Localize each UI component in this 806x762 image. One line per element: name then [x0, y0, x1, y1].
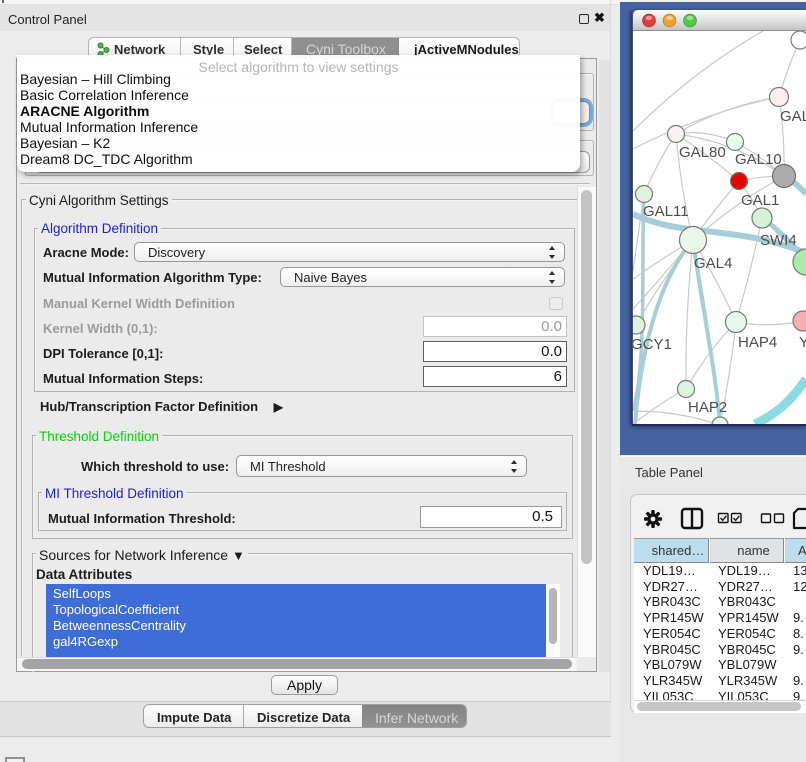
svg-text:GAL80: GAL80	[679, 144, 726, 161]
svg-text:GAL10: GAL10	[735, 151, 782, 168]
svg-text:HAP4: HAP4	[738, 334, 777, 351]
svg-text:GAL4: GAL4	[694, 255, 732, 272]
svg-text:GCY1: GCY1	[633, 336, 672, 353]
svg-text:SWI4: SWI4	[760, 232, 797, 249]
svg-text:HAP2: HAP2	[688, 399, 727, 416]
svg-text:GAL1: GAL1	[741, 192, 779, 209]
svg-text:GAL7: GAL7	[780, 108, 806, 125]
svg-text:YJL2: YJL2	[799, 334, 806, 351]
svg-text:GAL11: GAL11	[643, 203, 689, 220]
